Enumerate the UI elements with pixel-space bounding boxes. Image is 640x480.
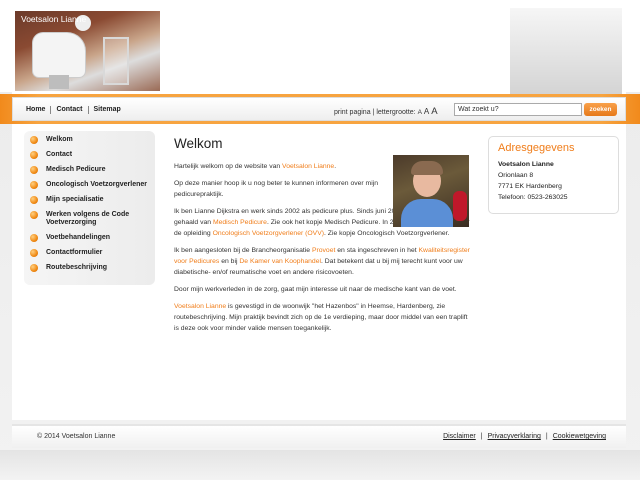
sidebar-item-oncologisch[interactable]: Oncologisch Voetzorgverlener <box>24 181 155 189</box>
orange-bullet-icon <box>30 234 38 242</box>
font-size-small[interactable]: A <box>418 109 422 116</box>
orange-bullet-icon <box>30 166 38 174</box>
orange-bullet-icon <box>30 264 38 272</box>
font-size-large[interactable]: A <box>431 106 437 117</box>
sidebar-item-routebeschrijving[interactable]: Routebeschrijving <box>24 264 155 272</box>
cookie-link[interactable]: Cookiewetgeving <box>553 433 606 440</box>
sidebar-item-welkom[interactable]: Welkom <box>24 136 155 144</box>
address-street: Orionlaan 8 <box>498 172 534 179</box>
page-tools: print pagina | lettergrootte: A A A <box>334 106 438 117</box>
search-input[interactable] <box>454 103 582 116</box>
bottom-band <box>0 450 640 480</box>
sidebar-item-voetbehandelingen[interactable]: Voetbehandelingen <box>24 234 155 242</box>
tools-separator: | <box>372 109 375 116</box>
pedicure-chair-shape <box>33 33 85 77</box>
medisch-pedicure-link[interactable]: Medisch Pedicure <box>213 219 267 226</box>
portrait-flower-shape <box>453 191 467 221</box>
chair-base-shape <box>49 75 69 89</box>
sidebar-item-medisch-pedicure[interactable]: Medisch Pedicure <box>24 166 155 174</box>
voetsalon-link[interactable]: Voetsalon Lianne <box>282 163 334 170</box>
portrait-shirt-shape <box>401 199 453 227</box>
header-gradient-panel <box>510 8 622 94</box>
article: Welkom Hartelijk welkom op de website va… <box>174 136 470 340</box>
page-title: Welkom <box>174 136 223 151</box>
ovv-link[interactable]: Oncologisch Voetzorgverlener (OVV) <box>213 230 324 237</box>
orange-bullet-icon <box>30 151 38 159</box>
portrait-photo <box>393 155 469 227</box>
privacy-link[interactable]: Privacyverklaring <box>488 433 541 440</box>
paragraph-2: Op deze manier hoop ik u nog beter te ku… <box>174 180 379 198</box>
sidebar-item-specialisatie[interactable]: Mijn specialisatie <box>24 196 155 204</box>
address-name: Voetsalon Lianne <box>498 161 554 168</box>
intro-paragraph: Hartelijk welkom op de website van Voets… <box>174 163 337 170</box>
sidebar-item-contact[interactable]: Contact <box>24 151 155 159</box>
voetsalon-link-2[interactable]: Voetsalon Lianne <box>174 303 226 310</box>
address-title: Adresgegevens <box>498 142 575 154</box>
address-city: 7771 EK Hardenberg <box>498 183 562 190</box>
paragraph-4: Ik ben aangesloten bij de Brancheorganis… <box>174 247 470 276</box>
sidebar-menu: Welkom Contact Medisch Pedicure Oncologi… <box>24 131 155 272</box>
orange-bullet-icon <box>30 181 38 189</box>
paragraph-5: Door mijn werkverleden in de zorg, gaat … <box>174 286 457 293</box>
address-phone: Telefoon: 0523-263025 <box>498 194 568 201</box>
disclaimer-link[interactable]: Disclaimer <box>443 433 476 440</box>
header-photo: Voetsalon Lianne <box>15 11 160 91</box>
nav-sitemap[interactable]: Sitemap <box>89 106 126 114</box>
kvk-link[interactable]: De Kamer van Koophandel <box>239 258 321 265</box>
footer-separator: | <box>480 433 483 440</box>
font-size-label: lettergrootte: <box>376 109 416 116</box>
copyright-text: © 2014 Voetsalon Lianne <box>37 433 116 440</box>
font-size-medium[interactable]: A <box>424 107 429 116</box>
paragraph-6: Voetsalon Lianne is gevestigd in de woon… <box>174 303 468 332</box>
sidebar-item-contactformulier[interactable]: Contactformulier <box>24 249 155 257</box>
footer-links: Disclaimer | Privacyverklaring | Cookiewetge… <box>443 433 606 440</box>
top-nav: Home Contact Sitemap <box>23 106 126 114</box>
orange-bullet-icon <box>30 249 38 257</box>
portrait-hair-shape <box>411 161 443 175</box>
header: Voetsalon Lianne <box>12 8 626 94</box>
sidebar-item-code-voetverzorging[interactable]: Werken volgens de Code Voetverzorging <box>24 211 155 227</box>
orange-bullet-icon <box>30 211 38 219</box>
orange-bullet-icon <box>30 136 38 144</box>
footer: © 2014 Voetsalon Lianne Disclaimer | Priva… <box>12 424 626 448</box>
address-box: Adresgegevens Voetsalon Lianne Orionlaan… <box>488 136 619 214</box>
footer-separator: | <box>545 433 548 440</box>
site-logo-text[interactable]: Voetsalon Lianne <box>21 14 86 24</box>
nav-home[interactable]: Home <box>23 106 52 114</box>
nav-contact[interactable]: Contact <box>51 106 89 114</box>
orange-bullet-icon <box>30 196 38 204</box>
main-content-area: Welkom Contact Medisch Pedicure Oncologi… <box>12 124 626 420</box>
trolley-shape <box>103 37 129 85</box>
print-page-link[interactable]: print pagina <box>334 109 371 116</box>
provoet-link[interactable]: Provoet <box>312 247 335 254</box>
search-button[interactable]: zoeken <box>584 103 617 116</box>
sidebar: Welkom Contact Medisch Pedicure Oncologi… <box>24 131 155 285</box>
navigation-bar: Home Contact Sitemap print pagina | lett… <box>12 97 626 121</box>
